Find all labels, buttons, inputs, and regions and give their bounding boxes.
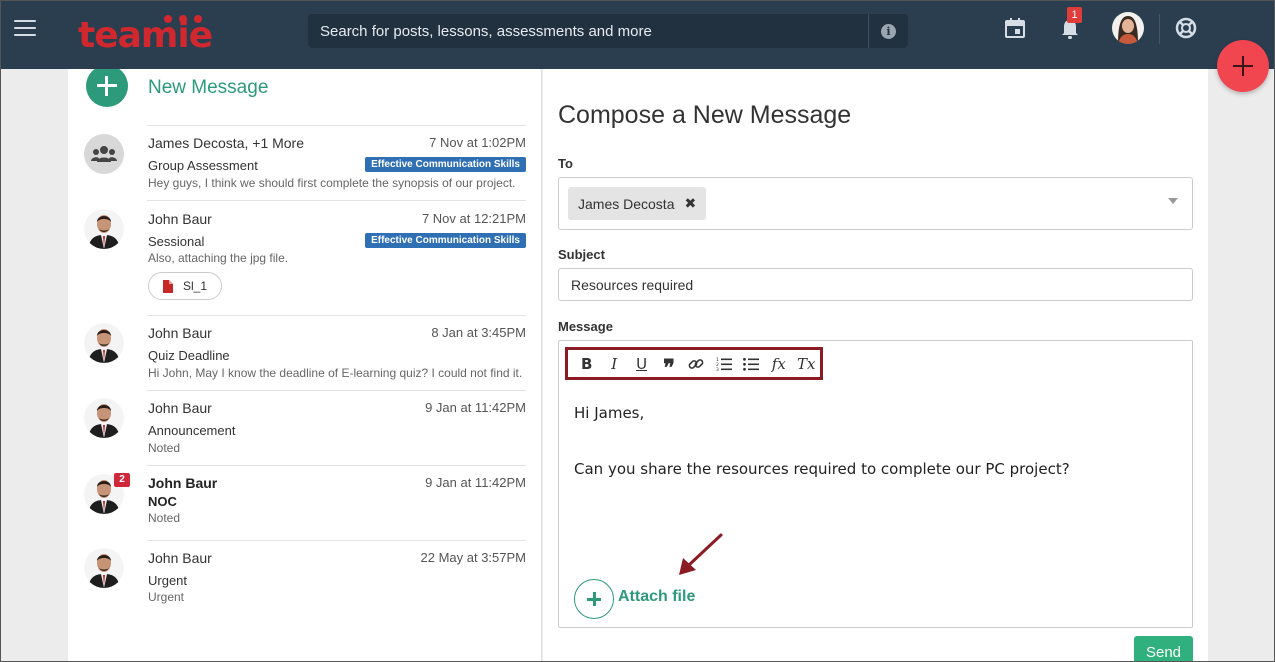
message-label: Message xyxy=(558,319,613,334)
new-message-plus-icon[interactable] xyxy=(86,69,128,107)
group-icon xyxy=(84,134,124,174)
profile-photo-icon xyxy=(1112,12,1144,44)
user-photo-icon xyxy=(84,398,124,438)
thread-subject: Urgent xyxy=(148,573,188,588)
thread-preview: Noted xyxy=(148,511,181,525)
floating-add-button[interactable] xyxy=(1217,40,1269,92)
help-lifebuoy-icon[interactable] xyxy=(1175,17,1197,39)
recipient-field[interactable]: James Decosta ✖ xyxy=(558,177,1193,230)
thread-time: 9 Jan at 11:42PM xyxy=(425,475,526,490)
user-avatar[interactable] xyxy=(1112,12,1144,44)
blockquote-button[interactable]: ❞ xyxy=(655,352,682,380)
chevron-down-icon[interactable] xyxy=(1168,198,1178,204)
search-input[interactable] xyxy=(308,14,868,48)
unread-count-badge: 2 xyxy=(114,473,130,487)
file-icon xyxy=(163,279,173,293)
search-divider xyxy=(868,14,869,48)
svg-text:3: 3 xyxy=(716,367,719,371)
thread-preview: Hey guys, I think we should first comple… xyxy=(148,176,516,190)
thread-time: 22 May at 3:57PM xyxy=(420,550,527,565)
link-button[interactable] xyxy=(683,352,710,376)
thread-item[interactable]: John Baur 8 Jan at 3:45PM Quiz Deadline … xyxy=(68,315,541,390)
message-thread-list: New Message James Decosta, +1 More 7 Nov… xyxy=(68,69,542,662)
clear-formatting-button[interactable]: Tx xyxy=(793,352,820,376)
thread-time: 9 Jan at 11:42PM xyxy=(425,400,526,415)
message-body-input[interactable]: Hi James, Can you share the resources re… xyxy=(574,399,1174,483)
message-line xyxy=(574,427,1174,455)
thread-sender: John Baur xyxy=(148,475,218,491)
link-icon xyxy=(689,358,704,369)
annotation-arrow-icon xyxy=(679,533,723,575)
user-photo-icon xyxy=(84,323,124,363)
user-photo-icon xyxy=(84,209,124,249)
thread-subject: Sessional xyxy=(148,234,205,249)
teamie-logo[interactable]: teamie xyxy=(78,10,228,56)
thread-sender: John Baur xyxy=(148,400,212,416)
new-message-button[interactable]: New Message xyxy=(148,77,268,99)
bold-button[interactable]: B xyxy=(573,352,600,376)
message-editor: B I U ❞ 1 2 3 fx Tx Hi James, Can you sh… xyxy=(558,340,1193,628)
thread-item-unread[interactable]: 2 John Baur 9 Jan at 11:42PM NOC Noted xyxy=(68,465,541,540)
info-icon[interactable]: i xyxy=(881,24,896,39)
hamburger-menu-icon[interactable] xyxy=(14,20,36,38)
thread-time: 7 Nov at 1:02PM xyxy=(429,135,526,150)
thread-subject: Group Assessment xyxy=(148,158,258,173)
thread-sender: John Baur xyxy=(148,325,212,341)
numbered-list-button[interactable]: 1 2 3 xyxy=(710,352,737,376)
subject-input[interactable] xyxy=(558,268,1193,301)
thread-subject: Quiz Deadline xyxy=(148,348,230,363)
attachment-chip[interactable]: Sl_1 xyxy=(148,272,223,300)
remove-recipient-icon[interactable]: ✖ xyxy=(684,195,696,212)
logo-text: teamie xyxy=(78,15,213,56)
recipient-chip: James Decosta ✖ xyxy=(568,187,707,220)
recipient-name: James Decosta xyxy=(578,195,675,212)
thread-item[interactable]: John Baur 7 Nov at 12:21PM Sessional Eff… xyxy=(68,200,541,315)
underline-button[interactable]: U xyxy=(628,352,655,376)
thread-preview: Hi John, May I know the deadline of E-le… xyxy=(148,366,523,380)
thread-item[interactable]: John Baur 9 Jan at 11:42PM Announcement … xyxy=(68,390,541,465)
header-divider xyxy=(1159,14,1160,44)
compose-panel: Compose a New Message To James Decosta ✖… xyxy=(543,69,1208,662)
thread-time: 7 Nov at 12:21PM xyxy=(421,211,526,226)
top-navigation-bar: teamie i 1 xyxy=(0,0,1275,69)
thread-subject: Announcement xyxy=(148,423,236,438)
numbered-list-icon: 1 2 3 xyxy=(716,357,732,371)
bullet-list-icon xyxy=(743,357,760,371)
thread-item[interactable]: John Baur 22 May at 3:57PM Urgent Urgent xyxy=(68,540,541,615)
formula-button[interactable]: fx xyxy=(765,352,792,376)
send-button[interactable]: Send xyxy=(1134,636,1193,662)
thread-sender: John Baur xyxy=(148,211,212,227)
calendar-icon[interactable] xyxy=(1005,17,1025,39)
search-bar: i xyxy=(308,14,908,48)
attachment-name: Sl_1 xyxy=(183,279,208,293)
thread-time: 8 Jan at 3:45PM xyxy=(431,325,526,340)
thread-preview: Urgent xyxy=(148,590,185,604)
thread-sender: John Baur xyxy=(148,550,212,566)
italic-button[interactable]: I xyxy=(600,352,627,376)
thread-preview: Also, attaching the jpg file. xyxy=(148,251,289,265)
notification-count-badge: 1 xyxy=(1067,7,1082,23)
page-title: Compose a New Message xyxy=(558,101,852,129)
message-line: Can you share the resources required to … xyxy=(574,460,1070,478)
message-line: Hi James, xyxy=(574,404,645,422)
course-tag[interactable]: Effective Communication Skills xyxy=(365,157,526,172)
to-label: To xyxy=(558,156,573,171)
attach-file-button[interactable]: Attach file xyxy=(618,588,695,606)
subject-label: Subject xyxy=(558,247,605,262)
editor-toolbar: B I U ❞ 1 2 3 fx Tx xyxy=(565,347,823,380)
thread-item[interactable]: James Decosta, +1 More 7 Nov at 1:02PM G… xyxy=(68,125,541,200)
attach-file-plus-icon[interactable] xyxy=(574,579,614,619)
bullet-list-button[interactable] xyxy=(738,352,765,376)
user-photo-icon xyxy=(84,548,124,588)
thread-subject: NOC xyxy=(148,494,177,509)
thread-sender: James Decosta, +1 More xyxy=(148,135,305,151)
thread-preview: Noted xyxy=(148,441,181,455)
course-tag[interactable]: Effective Communication Skills xyxy=(365,233,526,248)
